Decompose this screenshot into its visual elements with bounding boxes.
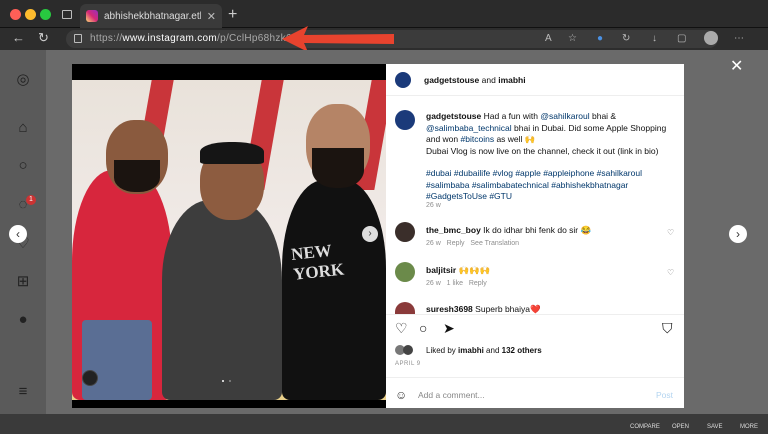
post-header: gadgetstouse and imabhi xyxy=(386,64,684,96)
post-comment-button[interactable]: Post xyxy=(656,390,673,400)
comment-likes[interactable]: 1 like xyxy=(447,280,463,287)
caption-time: 26 w xyxy=(426,202,441,209)
commenter-username[interactable]: baljitsir xyxy=(426,265,456,275)
browser-tab-bar: abhishekbhatnagar.eth (@ima ✕ + xyxy=(0,0,768,28)
reload-icon[interactable]: ↻ xyxy=(38,30,49,46)
mention-link[interactable]: @salimbaba_technical xyxy=(426,123,512,133)
close-modal-icon[interactable]: ✕ xyxy=(730,56,743,76)
profile-icon[interactable]: ● xyxy=(15,312,31,328)
lock-icon xyxy=(74,34,82,43)
comment-item: the_bmc_boy Ik do idhar bhi fenk do sir … xyxy=(426,225,592,235)
author-avatar[interactable] xyxy=(395,72,411,88)
like-icon[interactable]: ♡ xyxy=(395,320,408,337)
commenter-username[interactable]: the_bmc_boy xyxy=(426,225,481,235)
more-menu-icon[interactable]: ⋯ xyxy=(734,33,744,44)
comment-like-icon[interactable]: ♡ xyxy=(667,228,674,237)
tab-title: abhishekbhatnagar.eth (@ima xyxy=(104,10,201,22)
carousel-dot xyxy=(229,380,231,382)
annotation-arrow xyxy=(282,26,394,52)
instagram-sidebar: ◎ ⌂ ○ ◌ ♡ ⊞ ● ≡ xyxy=(0,50,46,434)
maximize-window-button[interactable] xyxy=(40,9,51,20)
browser-tab[interactable]: abhishekbhatnagar.eth (@ima ✕ xyxy=(80,4,222,28)
notification-badge: 1 xyxy=(26,195,36,205)
caption-username[interactable]: gadgetstouse xyxy=(426,111,481,121)
create-icon[interactable]: ⊞ xyxy=(15,274,31,290)
reply-link[interactable]: Reply xyxy=(469,280,487,287)
comment-meta: 26 w 1 like Reply xyxy=(426,280,487,287)
profile-avatar[interactable] xyxy=(704,31,718,45)
post-date: APRIL 9 xyxy=(395,361,421,367)
add-comment-input[interactable]: Add a comment... xyxy=(418,390,485,400)
commenter-avatar[interactable] xyxy=(395,262,415,282)
caption-avatar[interactable] xyxy=(395,110,415,130)
tagged-users-icon[interactable] xyxy=(82,370,98,386)
comment-icon[interactable]: ○ xyxy=(419,320,427,336)
extension-icon[interactable]: ● xyxy=(597,33,603,44)
post-details-panel: gadgetstouse and imabhi gadgetstouse Had… xyxy=(386,64,684,408)
save-button[interactable]: SAVE xyxy=(707,424,723,430)
tab-actions-icon[interactable] xyxy=(62,10,72,19)
save-icon[interactable]: ⛉ xyxy=(662,320,673,337)
post-caption: gadgetstouse Had a fun with @sahilkaroul… xyxy=(426,111,667,156)
instagram-favicon-icon xyxy=(86,10,98,22)
see-translation-link[interactable]: See Translation xyxy=(470,240,519,247)
favorite-icon[interactable]: ☆ xyxy=(568,33,577,44)
home-icon[interactable]: ⌂ xyxy=(15,120,31,136)
sync-icon[interactable]: ↻ xyxy=(622,33,630,44)
search-icon[interactable]: ○ xyxy=(15,158,31,174)
share-icon[interactable]: ➤ xyxy=(443,320,455,337)
collections-icon[interactable]: ▢ xyxy=(677,33,686,44)
comment-item: suresh3698 Superb bhaiya❤️ xyxy=(426,304,541,314)
post-author[interactable]: gadgetstouse and imabhi xyxy=(424,75,526,85)
comment-meta: 26 w Reply See Translation xyxy=(426,240,520,247)
commenter-avatar[interactable] xyxy=(395,222,415,242)
compare-button[interactable]: COMPARE xyxy=(630,424,660,430)
new-tab-icon[interactable]: + xyxy=(228,6,237,24)
comment-item: baljitsir 🙌🙌🙌 xyxy=(426,265,491,275)
next-post-button[interactable]: › xyxy=(729,225,747,243)
post-photo[interactable]: NEW YORK › xyxy=(72,64,386,408)
commenter-avatar[interactable] xyxy=(395,302,415,314)
more-button[interactable]: MORE xyxy=(740,424,758,430)
url-domain: www.instagram.com xyxy=(122,33,217,44)
minimize-window-button[interactable] xyxy=(25,9,36,20)
mention-link[interactable]: @sahilkaroul xyxy=(540,111,589,121)
open-button[interactable]: OPEN xyxy=(672,424,689,430)
menu-icon[interactable]: ≡ xyxy=(15,384,31,400)
carousel-dot-active xyxy=(222,380,224,382)
tab-close-icon[interactable]: ✕ xyxy=(207,10,222,23)
reply-link[interactable]: Reply xyxy=(447,240,465,247)
liker-avatar xyxy=(403,345,413,355)
previous-post-button[interactable]: ‹ xyxy=(9,225,27,243)
url-prefix: https:// xyxy=(90,33,123,44)
comment-like-icon[interactable]: ♡ xyxy=(667,268,674,277)
likes-summary[interactable]: Liked by imabhi and 132 others xyxy=(426,346,542,355)
close-window-button[interactable] xyxy=(10,9,21,20)
back-icon[interactable]: ← xyxy=(12,30,25,45)
emoji-icon[interactable]: ☺ xyxy=(395,388,407,402)
instagram-logo-icon[interactable]: ◎ xyxy=(15,72,31,88)
photo-next-icon[interactable]: › xyxy=(362,226,378,242)
download-icon[interactable]: ↓ xyxy=(652,33,657,44)
hashtag-link[interactable]: #bitcoins xyxy=(461,134,495,144)
read-aloud-icon[interactable]: A xyxy=(545,33,552,44)
caption-hashtags[interactable]: #dubai #dubailife #vlog #apple #appleiph… xyxy=(426,168,674,203)
